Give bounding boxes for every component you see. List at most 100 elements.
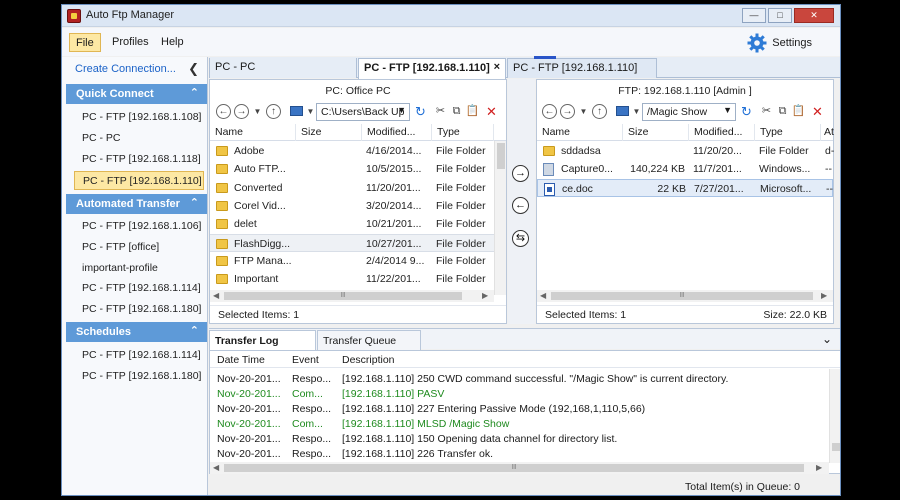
- local-path-input[interactable]: C:\Users\Back Up ▼: [316, 103, 410, 121]
- column-description[interactable]: Description: [342, 354, 395, 366]
- paste-icon[interactable]: 📋: [791, 104, 806, 119]
- chevron-up-icon[interactable]: ⌃: [190, 196, 199, 209]
- column-name[interactable]: Name: [210, 124, 296, 141]
- sidebar-item-automated-transfer[interactable]: PC - FTP [192.168.1.114]: [74, 279, 204, 298]
- history-dropdown-icon[interactable]: ▼: [576, 104, 591, 119]
- chevron-up-icon[interactable]: ⌃: [190, 324, 199, 337]
- close-window-button[interactable]: ✕: [794, 8, 834, 23]
- local-horizontal-scrollbar[interactable]: ◀ Ⅲ ▶: [210, 290, 494, 302]
- upload-arrow-icon[interactable]: →: [512, 165, 529, 182]
- chevron-down-icon[interactable]: ▼: [723, 105, 732, 115]
- scroll-thumb[interactable]: [832, 443, 840, 451]
- up-folder-icon[interactable]: ↑: [266, 104, 281, 119]
- collapse-sidebar-icon[interactable]: ❮: [188, 61, 199, 77]
- settings-button[interactable]: Settings: [747, 32, 812, 54]
- automated-transfer-header[interactable]: Automated Transfer ⌃: [66, 194, 207, 214]
- column-date-time[interactable]: Date Time: [217, 354, 265, 366]
- sidebar-item-automated-transfer[interactable]: PC - FTP [192.168.1.180]: [74, 300, 204, 319]
- sidebar-item-quick-connect[interactable]: PC - FTP [192.168.1.108]: [74, 108, 204, 127]
- tab-transfer-queue[interactable]: Transfer Queue: [317, 330, 421, 350]
- sidebar-item-quick-connect[interactable]: PC - PC: [74, 129, 204, 148]
- column-size[interactable]: Size: [296, 124, 362, 141]
- maximize-button[interactable]: □: [768, 8, 792, 23]
- sidebar-item-schedule[interactable]: PC - FTP [192.168.1.114]: [74, 346, 204, 365]
- column-modified[interactable]: Modified...: [362, 124, 432, 141]
- file-row[interactable]: Adobe 4/16/2014... File Folder: [210, 142, 494, 160]
- file-row[interactable]: Converted 11/20/201... File Folder: [210, 179, 494, 197]
- scroll-thumb[interactable]: Ⅲ: [224, 464, 804, 472]
- menu-file[interactable]: File: [69, 33, 101, 52]
- cut-icon[interactable]: ✂: [433, 104, 448, 119]
- remote-path-input[interactable]: /Magic Show ▼: [642, 103, 736, 121]
- column-type[interactable]: Type: [432, 124, 494, 141]
- file-row[interactable]: Corel Vid... 3/20/2014... File Folder: [210, 197, 494, 215]
- log-horizontal-scrollbar[interactable]: ◀ Ⅲ ▶: [210, 462, 829, 474]
- chevron-down-icon[interactable]: ▼: [397, 105, 406, 115]
- forward-icon[interactable]: →: [560, 104, 575, 119]
- server-icon[interactable]: [616, 106, 629, 116]
- drive-icon[interactable]: [290, 106, 303, 116]
- refresh-icon[interactable]: ↻: [739, 104, 754, 119]
- sync-icon[interactable]: ⇆: [512, 230, 529, 247]
- back-icon[interactable]: ←: [216, 104, 231, 119]
- scroll-right-icon[interactable]: ▶: [821, 291, 827, 300]
- tab-pc-ftp[interactable]: PC - FTP [192.168.1.110]: [507, 56, 657, 78]
- file-row[interactable]: delet 10/21/201... File Folder: [210, 215, 494, 233]
- back-icon[interactable]: ←: [542, 104, 557, 119]
- up-folder-icon[interactable]: ↑: [592, 104, 607, 119]
- sidebar-item-schedule[interactable]: PC - FTP [192.168.1.180]: [74, 367, 204, 386]
- file-row[interactable]: Capture0... 140,224 KB 11/7/201... Windows.…: [537, 160, 833, 178]
- tab-pc-pc[interactable]: PC - PC: [209, 58, 357, 78]
- copy-icon[interactable]: ⧉: [775, 104, 790, 119]
- refresh-icon[interactable]: ↻: [413, 104, 428, 119]
- scroll-thumb[interactable]: Ⅲ: [224, 292, 462, 300]
- menu-profiles[interactable]: Profiles: [106, 33, 155, 52]
- local-vertical-scrollbar[interactable]: [494, 141, 506, 295]
- scroll-right-icon[interactable]: ▶: [816, 463, 822, 472]
- minimize-button[interactable]: —: [742, 8, 766, 23]
- menu-help[interactable]: Help: [155, 33, 190, 52]
- log-row[interactable]: Nov-20-201... Respo... [192.168.1.110] 250…: [210, 372, 840, 387]
- cut-icon[interactable]: ✂: [759, 104, 774, 119]
- remote-horizontal-scrollbar[interactable]: ◀ Ⅲ ▶: [537, 290, 833, 302]
- log-row[interactable]: Nov-20-201... Respo... [192.168.1.110] 227…: [210, 402, 840, 417]
- scroll-left-icon[interactable]: ◀: [213, 291, 219, 300]
- scroll-left-icon[interactable]: ◀: [540, 291, 546, 300]
- log-row[interactable]: Nov-20-201... Com... [192.168.1.110] PASV: [210, 387, 840, 402]
- create-connection-link[interactable]: Create Connection... ❮: [62, 57, 208, 83]
- log-row[interactable]: Nov-20-201... Respo... [192.168.1.110] 150…: [210, 432, 840, 447]
- title-bar[interactable]: Auto Ftp Manager — □ ✕: [62, 5, 840, 27]
- column-type[interactable]: Type: [755, 124, 821, 141]
- schedules-header[interactable]: Schedules ⌃: [66, 322, 207, 342]
- column-name[interactable]: Name: [537, 124, 623, 141]
- sidebar-item-automated-transfer[interactable]: PC - FTP [office]: [74, 238, 204, 257]
- delete-icon[interactable]: ✕: [810, 104, 825, 119]
- scroll-right-icon[interactable]: ▶: [482, 291, 488, 300]
- file-row[interactable]: ce.doc 22 KB 7/27/201... Microsoft... --: [537, 178, 833, 197]
- log-row[interactable]: Nov-20-201... Respo... [192.168.1.110] 226…: [210, 447, 840, 462]
- log-row[interactable]: Nov-20-201... Com... [192.168.1.110] MLSD …: [210, 417, 840, 432]
- paste-icon[interactable]: 📋: [465, 104, 480, 119]
- delete-icon[interactable]: ✕: [484, 104, 499, 119]
- chevron-down-icon[interactable]: ⌄: [822, 332, 832, 346]
- scroll-thumb[interactable]: Ⅲ: [551, 292, 813, 300]
- tab-transfer-log[interactable]: Transfer Log: [209, 330, 316, 350]
- download-arrow-icon[interactable]: ←: [512, 197, 529, 214]
- sidebar-item-quick-connect[interactable]: PC - FTP [192.168.1.118]: [74, 150, 204, 169]
- file-row[interactable]: Important 11/22/201... File Folder: [210, 270, 494, 288]
- column-modified[interactable]: Modified...: [689, 124, 755, 141]
- sidebar-item-automated-transfer[interactable]: important-profile: [74, 259, 204, 278]
- column-attributes[interactable]: At: [821, 124, 835, 141]
- copy-icon[interactable]: ⧉: [449, 104, 464, 119]
- file-row[interactable]: FlashDigg... 10/27/201... File Folder: [210, 233, 494, 252]
- sidebar-item-automated-transfer[interactable]: PC - FTP [192.168.1.106]: [74, 217, 204, 236]
- column-event[interactable]: Event: [292, 354, 319, 366]
- scroll-left-icon[interactable]: ◀: [213, 463, 219, 472]
- history-dropdown-icon[interactable]: ▼: [250, 104, 265, 119]
- close-tab-icon[interactable]: ×: [494, 61, 500, 73]
- quick-connect-header[interactable]: Quick Connect ⌃: [66, 84, 207, 104]
- chevron-up-icon[interactable]: ⌃: [190, 86, 199, 99]
- sidebar-item-quick-connect-selected[interactable]: PC - FTP [192.168.1.110]: [74, 171, 204, 190]
- column-size[interactable]: Size: [623, 124, 689, 141]
- forward-icon[interactable]: →: [234, 104, 249, 119]
